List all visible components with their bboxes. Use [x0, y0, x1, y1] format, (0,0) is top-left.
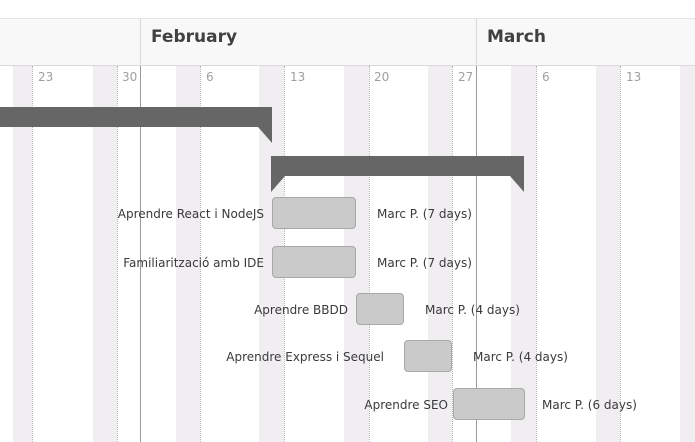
week-gridline: [452, 66, 453, 442]
month-label-march: March: [487, 27, 546, 47]
task-name: Aprendre Express i Sequel: [226, 350, 384, 364]
task-name: Aprendre React i NodeJS: [117, 207, 264, 221]
weekend-column: [511, 66, 536, 442]
weekend-column: [596, 66, 620, 442]
week-tick-label: 30: [122, 70, 138, 84]
task-bar[interactable]: [453, 388, 525, 420]
task-bar[interactable]: [404, 340, 452, 372]
task-bar[interactable]: [356, 293, 404, 325]
summary-bar[interactable]: [271, 156, 524, 192]
task-bar[interactable]: [272, 197, 356, 229]
task-name: Aprendre SEO: [364, 398, 448, 412]
month-label-february: February: [151, 27, 238, 47]
task-resource: Marc P. (4 days): [425, 303, 520, 317]
task-resource: Marc P. (7 days): [377, 256, 472, 270]
month-divider: [476, 18, 477, 66]
task-resource: Marc P. (6 days): [542, 398, 637, 412]
summary-bar[interactable]: [0, 107, 272, 143]
month-boundary-line: [476, 66, 477, 442]
weekend-column: [680, 66, 695, 442]
task-resource: Marc P. (4 days): [473, 350, 568, 364]
week-gridline: [536, 66, 537, 442]
week-gridline: [620, 66, 621, 442]
gantt-chart: February March 23 30 6 13 20 27 6 13 Apr…: [0, 0, 695, 442]
week-gridline: [369, 66, 370, 442]
task-bar[interactable]: [272, 246, 356, 278]
weekend-column: [428, 66, 452, 442]
week-tick-label: 27: [458, 70, 474, 84]
timeline-header: [0, 18, 695, 66]
week-tick-label: 6: [542, 70, 550, 84]
week-tick-label: 6: [206, 70, 214, 84]
task-name: Aprendre BBDD: [254, 303, 348, 317]
week-tick-label: 23: [38, 70, 54, 84]
week-tick-label: 13: [290, 70, 306, 84]
week-tick-label: 13: [626, 70, 642, 84]
task-resource: Marc P. (7 days): [377, 207, 472, 221]
month-divider: [140, 18, 141, 66]
week-tick-label: 20: [374, 70, 390, 84]
task-name: Familiarització amb IDE: [123, 256, 264, 270]
